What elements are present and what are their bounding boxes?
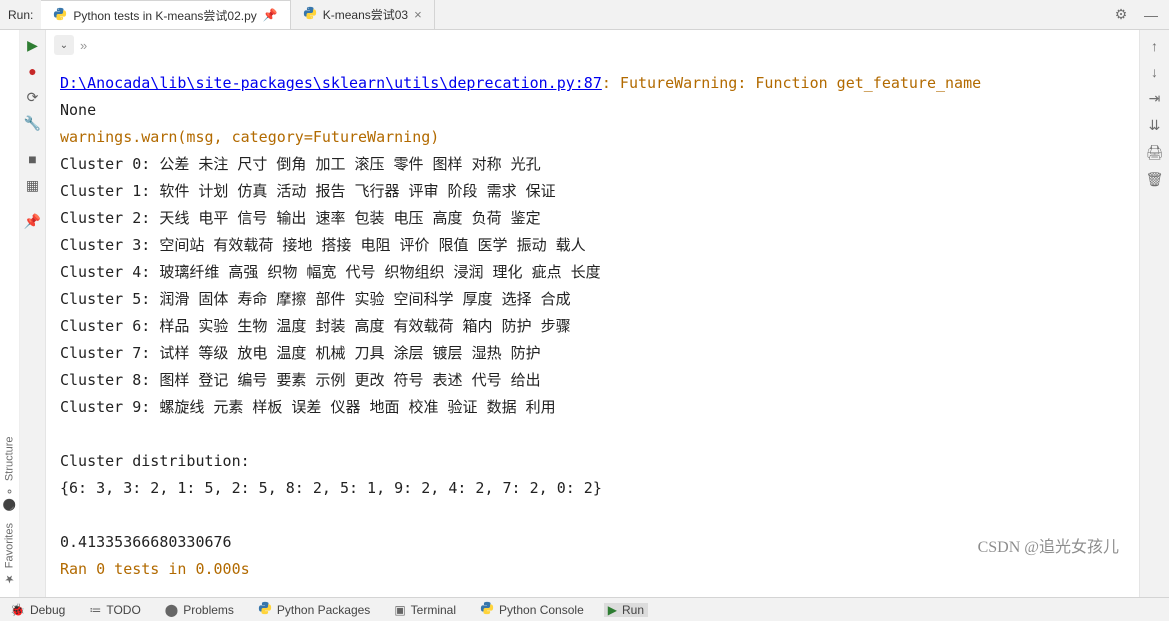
- console-top-toolbar: ⌄ »: [46, 30, 1139, 60]
- body: ⚫⚬Structure ★Favorites ▶ ● ⟳ 🔧 ■ ▦ 📌 ⌄ »…: [0, 30, 1169, 597]
- output-line: {6: 3, 3: 2, 1: 5, 2: 5, 8: 2, 5: 1, 9: …: [60, 475, 1125, 502]
- output-line: Cluster 3: 空间站 有效载荷 接地 搭接 电阻 评价 限值 医学 振动…: [60, 232, 1125, 259]
- down-icon[interactable]: ↓: [1151, 64, 1158, 80]
- tab-debug[interactable]: 🐞Debug: [6, 603, 69, 617]
- tab-terminal[interactable]: ▣Terminal: [390, 603, 460, 617]
- console-output[interactable]: D:\Anocada\lib\site-packages\sklearn\uti…: [46, 60, 1139, 597]
- close-icon[interactable]: ×: [414, 7, 422, 22]
- favorites-tool[interactable]: ★Favorites: [3, 519, 16, 589]
- collapse-toggle[interactable]: ⌄: [54, 35, 74, 55]
- output-line: Cluster 6: 样品 实验 生物 温度 封装 高度 有效载荷 箱内 防护 …: [60, 313, 1125, 340]
- bottom-tool-tabs: 🐞Debug ≔TODO ⬤Problems Python Packages ▣…: [0, 597, 1169, 621]
- run-tool-window-header: Run: Python tests in K-means尝试02.py 📌 K-…: [0, 0, 1169, 30]
- output-line: Cluster 7: 试样 等级 放电 温度 机械 刀具 涂层 镀层 湿热 防护: [60, 340, 1125, 367]
- output-line: Cluster 1: 软件 计划 仿真 活动 报告 飞行器 评审 阶段 需求 保…: [60, 178, 1125, 205]
- python-icon: [53, 7, 67, 24]
- terminal-icon: ▣: [394, 603, 405, 617]
- output-line: None: [60, 97, 1125, 124]
- tab-label: Python tests in K-means尝试02.py: [73, 7, 256, 24]
- wrench-icon[interactable]: 🔧: [22, 112, 44, 134]
- pin-icon[interactable]: 📌: [263, 8, 278, 22]
- structure-icon: ⚫⚬: [3, 484, 16, 510]
- output-line: Cluster 2: 天线 电平 信号 输出 速率 包装 电压 高度 负荷 鉴定: [60, 205, 1125, 232]
- todo-icon: ≔: [89, 603, 101, 617]
- stop-button[interactable]: ■: [22, 148, 44, 170]
- tab-python-packages[interactable]: Python Packages: [254, 601, 374, 618]
- output-line: 0.41335366680330676: [60, 529, 1125, 556]
- softwrap-icon[interactable]: ⇥: [1149, 90, 1161, 107]
- up-icon[interactable]: ↑: [1151, 38, 1158, 54]
- run-config-tabs: Python tests in K-means尝试02.py 📌 K-means…: [41, 0, 434, 29]
- output-line: Cluster 8: 图样 登记 编号 要素 示例 更改 符号 表述 代号 给出: [60, 367, 1125, 394]
- output-line: Cluster distribution:: [60, 448, 1125, 475]
- file-link[interactable]: D:\Anocada\lib\site-packages\sklearn\uti…: [60, 74, 602, 92]
- tab-todo[interactable]: ≔TODO: [85, 603, 144, 617]
- warning-line: warnings.warn(msg, category=FutureWarnin…: [60, 124, 1125, 151]
- tab-python-console[interactable]: Python Console: [476, 601, 588, 618]
- console-wrap: ⌄ » D:\Anocada\lib\site-packages\sklearn…: [46, 30, 1139, 597]
- tab-label: K-means尝试03: [323, 6, 408, 23]
- layout-button[interactable]: ▦: [22, 174, 44, 196]
- star-icon: ★: [3, 572, 16, 585]
- csdn-watermark: CSDN @追光女孩儿: [978, 534, 1119, 561]
- tab-run[interactable]: ▶Run: [604, 603, 648, 617]
- play-icon: ▶: [608, 603, 617, 617]
- minimize-icon[interactable]: —: [1139, 7, 1163, 23]
- python-icon: [480, 601, 494, 618]
- output-line: Cluster 4: 玻璃纤维 高强 织物 幅宽 代号 织物组织 浸润 理化 疵…: [60, 259, 1125, 286]
- python-icon: [258, 601, 272, 618]
- left-vertical-tabs: ⚫⚬Structure ★Favorites: [0, 30, 20, 597]
- structure-tool[interactable]: ⚫⚬Structure: [3, 432, 16, 515]
- python-icon: [303, 6, 317, 23]
- trash-icon[interactable]: 🗑: [1146, 171, 1164, 188]
- output-line: Cluster 5: 润滑 固体 寿命 摩擦 部件 实验 空间科学 厚度 选择 …: [60, 286, 1125, 313]
- gear-icon[interactable]: ⚙: [1109, 6, 1133, 23]
- output-line: Cluster 9: 螺旋线 元素 样板 误差 仪器 地面 校准 验证 数据 利…: [60, 394, 1125, 421]
- breakpoint-button[interactable]: ●: [22, 60, 44, 82]
- rerun-button[interactable]: ⟳: [22, 86, 44, 108]
- breadcrumb: »: [80, 38, 87, 53]
- bug-icon: 🐞: [10, 603, 25, 617]
- run-toolbar-left: ▶ ● ⟳ 🔧 ■ ▦ 📌: [20, 30, 46, 597]
- run-label: Run:: [0, 8, 41, 22]
- console-right-toolbar: ↑ ↓ ⇥ ⇊ 🖨 🗑: [1139, 30, 1169, 597]
- test-summary: Ran 0 tests in 0.000s: [60, 556, 1125, 583]
- run-tab-active[interactable]: Python tests in K-means尝试02.py 📌: [41, 0, 290, 29]
- pin-button[interactable]: 📌: [22, 210, 44, 232]
- print-icon[interactable]: 🖨: [1146, 144, 1164, 161]
- run-tab-2[interactable]: K-means尝试03 ×: [291, 0, 435, 29]
- play-button[interactable]: ▶: [22, 34, 44, 56]
- tab-problems[interactable]: ⬤Problems: [161, 603, 238, 617]
- output-line: Cluster 0: 公差 未注 尺寸 倒角 加工 滚压 零件 图样 对称 光孔: [60, 151, 1125, 178]
- problems-icon: ⬤: [165, 603, 178, 617]
- scroll-end-icon[interactable]: ⇊: [1149, 117, 1161, 134]
- warning-text: : FutureWarning: Function get_feature_na…: [602, 74, 981, 92]
